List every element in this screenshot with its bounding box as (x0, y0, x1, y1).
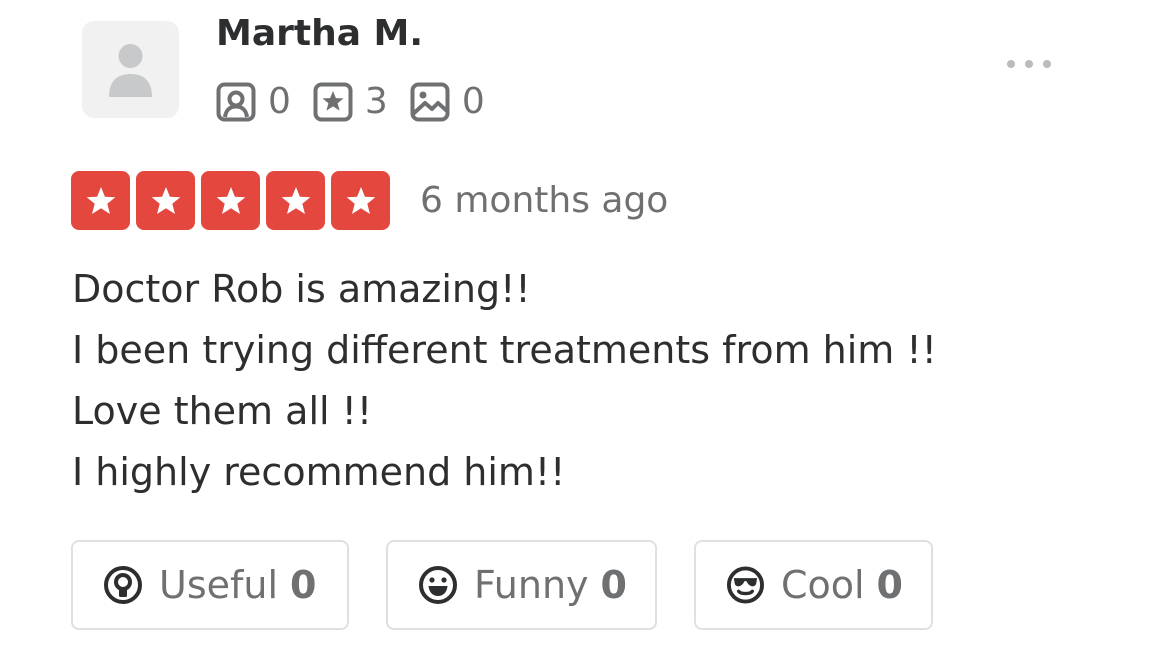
friends-count: 0 (268, 81, 291, 122)
photo-icon (410, 82, 450, 122)
review-line: I highly recommend him!! (72, 450, 566, 494)
friends-stat: 0 (216, 80, 291, 124)
cool-button[interactable]: Cool 0 (694, 540, 933, 630)
useful-button[interactable]: Useful 0 (71, 540, 349, 630)
funny-count: 0 (600, 563, 627, 607)
star-icon (71, 171, 130, 230)
reviews-stat: 3 (313, 80, 388, 124)
reviewer-name[interactable]: Martha M. (216, 12, 423, 56)
star-icon (266, 171, 325, 230)
cool-count: 0 (876, 563, 903, 607)
star-icon (136, 171, 195, 230)
more-options-icon (1007, 60, 1015, 68)
reviewer-stats: 0 3 0 (216, 80, 507, 124)
review-date: 6 months ago (420, 180, 669, 221)
review-star-icon (313, 82, 353, 122)
useful-label: Useful (159, 563, 279, 607)
review-line: Doctor Rob is amazing!! (72, 267, 531, 311)
smile-icon (419, 566, 457, 604)
more-options-icon (1043, 60, 1051, 68)
funny-button[interactable]: Funny 0 (386, 540, 657, 630)
useful-count: 0 (290, 563, 317, 607)
user-silhouette-icon (109, 44, 152, 97)
sunglasses-icon (726, 566, 764, 604)
star-rating (71, 171, 390, 230)
friends-icon (216, 82, 256, 122)
review-line: I been trying different treatments from … (72, 328, 937, 372)
funny-label: Funny (474, 563, 589, 607)
more-options-icon (1025, 60, 1033, 68)
star-icon (201, 171, 260, 230)
review-line: Love them all !! (72, 389, 373, 433)
more-options-button[interactable] (994, 50, 1064, 78)
review-text: Doctor Rob is amazing!! I been trying di… (72, 259, 1112, 503)
photos-stat: 0 (410, 80, 485, 124)
reaction-buttons: Useful 0 Funny 0 Cool 0 (71, 540, 933, 630)
lightbulb-icon (104, 566, 142, 604)
star-icon (331, 171, 390, 230)
avatar[interactable] (82, 21, 179, 118)
photos-count: 0 (461, 81, 485, 122)
reviews-count: 3 (364, 81, 388, 122)
cool-label: Cool (780, 563, 865, 607)
